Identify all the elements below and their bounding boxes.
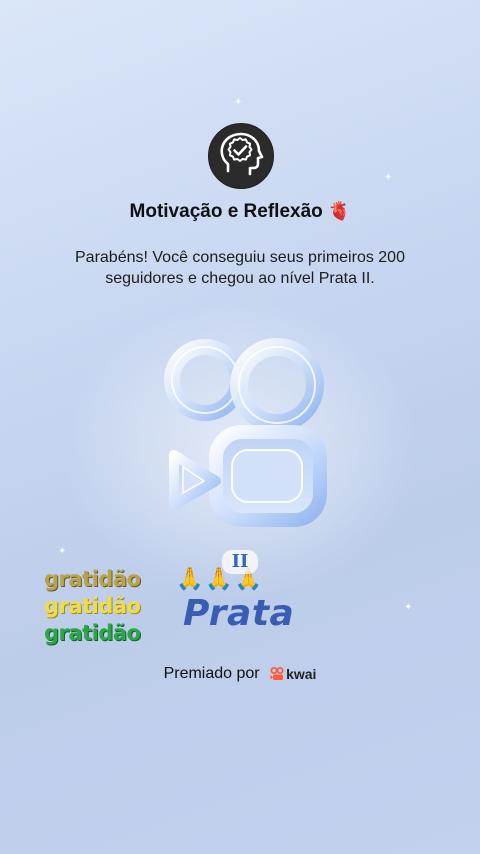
- head-checkmark-icon: [220, 132, 264, 176]
- badge-title: Motivação e Reflexão 🫀: [0, 201, 480, 223]
- awarded-by-label: Premiado por: [163, 665, 260, 682]
- brand-name: kwai: [286, 665, 317, 682]
- level-name: Prata: [183, 593, 295, 634]
- gratitude-text: gratidão: [44, 594, 141, 618]
- sparkle-icon: ✦: [384, 172, 393, 183]
- brand: kwai: [270, 666, 316, 682]
- kwai-logo-icon: [150, 335, 335, 535]
- awarded-by: Premiado por kwai: [0, 665, 480, 683]
- avatar: [208, 123, 274, 189]
- sparkle-icon: ✦: [404, 602, 413, 613]
- heart-icon: 🫀: [328, 201, 351, 221]
- congratulations-message: Parabéns! Você conseguiu seus primeiros …: [75, 249, 405, 287]
- kwai-logo-icon: [270, 666, 284, 680]
- sparkle-icon: ✦: [58, 546, 67, 557]
- badge-title-text: Motivação e Reflexão: [129, 201, 323, 222]
- gratitude-text: gratidão: [44, 567, 141, 591]
- gratitude-text: gratidão: [44, 621, 141, 645]
- level-badge: II: [222, 550, 258, 574]
- sparkle-icon: ✦: [234, 97, 243, 108]
